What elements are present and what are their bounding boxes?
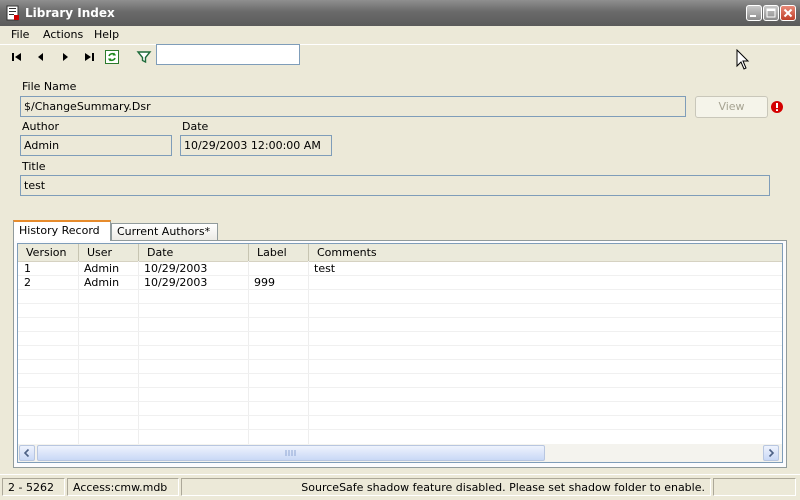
mouse-pointer-icon [736,48,750,74]
status-bar: 2 - 5262 Access:cmw.mdb SourceSafe shado… [0,474,800,497]
menu-help[interactable]: Help [94,28,119,41]
tab-current-authors[interactable]: Current Authors* [111,223,218,241]
error-icon [771,101,783,113]
status-message: SourceSafe shadow feature disabled. Plea… [181,478,711,496]
view-button[interactable]: View [695,96,768,118]
refresh-button[interactable] [104,49,120,65]
status-database: Access:cmw.mdb [67,478,179,496]
maximize-icon [766,8,776,18]
list-header: Version User Date Label Comments [18,244,782,262]
scroll-left-icon [23,448,30,458]
grid-line [18,331,782,332]
status-record-count: 2 - 5262 [2,478,65,496]
file-name-field[interactable]: $/ChangeSummary.Dsr [20,96,686,117]
cell-version: 1 [24,262,31,275]
scroll-grip-icon [285,450,296,456]
previous-record-icon [38,53,43,61]
cell-user: Admin [84,262,120,275]
first-record-button[interactable] [9,49,25,65]
author-label: Author [22,120,60,133]
menu-file[interactable]: File [11,28,29,41]
date-field[interactable]: 10/29/2003 12:00:00 AM [180,135,332,156]
filter-button[interactable] [136,49,152,65]
minimize-button[interactable] [746,5,762,21]
first-record-icon [12,53,21,61]
app-icon [5,5,21,21]
column-header-version[interactable]: Version [18,244,79,261]
status-empty-panel [713,478,796,496]
refresh-icon [105,50,119,64]
column-header-label[interactable]: Label [249,244,309,261]
window-title: Library Index [25,6,115,20]
history-list[interactable]: Version User Date Label Comments 1 Admin… [17,243,783,463]
minimize-icon [750,15,756,17]
filter-icon [136,51,152,64]
toolbar [0,44,800,69]
grid-line [18,359,782,360]
grid-line [18,387,782,388]
grid-line [18,317,782,318]
scroll-left-button[interactable] [19,445,35,461]
column-header-comments[interactable]: Comments [309,244,782,261]
grid-line [18,401,782,402]
cell-user: Admin [84,276,120,289]
title-label: Title [22,160,46,173]
grid-line [18,415,782,416]
cell-date: 10/29/2003 [144,276,208,289]
scroll-right-button[interactable] [763,445,779,461]
next-record-button[interactable] [57,49,73,65]
grid-line [18,345,782,346]
scroll-thumb[interactable] [37,445,545,461]
file-name-label: File Name [22,80,77,93]
filter-input[interactable] [156,44,300,65]
menu-bar: File Actions Help [0,26,800,44]
next-record-icon [63,53,68,61]
column-header-user[interactable]: User [79,244,139,261]
grid-line [18,289,782,290]
title-field[interactable]: test [20,175,770,196]
previous-record-button[interactable] [33,49,49,65]
cell-comments: test [314,262,336,275]
scroll-right-icon [768,448,775,458]
grid-line [18,429,782,430]
column-header-date[interactable]: Date [139,244,249,261]
horizontal-scrollbar[interactable] [18,444,782,462]
last-record-button[interactable] [81,49,97,65]
cell-date: 10/29/2003 [144,262,208,275]
grid-line [18,373,782,374]
tab-history-record[interactable]: History Record [13,220,111,241]
menu-actions[interactable]: Actions [43,28,83,41]
author-field[interactable]: Admin [20,135,172,156]
library-index-window: Library Index File Actions Help File Nam… [0,0,800,500]
maximize-button[interactable] [763,5,779,21]
close-button[interactable] [780,5,796,21]
grid-line [18,303,782,304]
title-bar[interactable]: Library Index [0,0,800,26]
grid-line [18,275,782,276]
close-icon [783,8,793,18]
cell-version: 2 [24,276,31,289]
cell-label: 999 [254,276,275,289]
last-record-icon [85,53,94,61]
date-label: Date [182,120,209,133]
